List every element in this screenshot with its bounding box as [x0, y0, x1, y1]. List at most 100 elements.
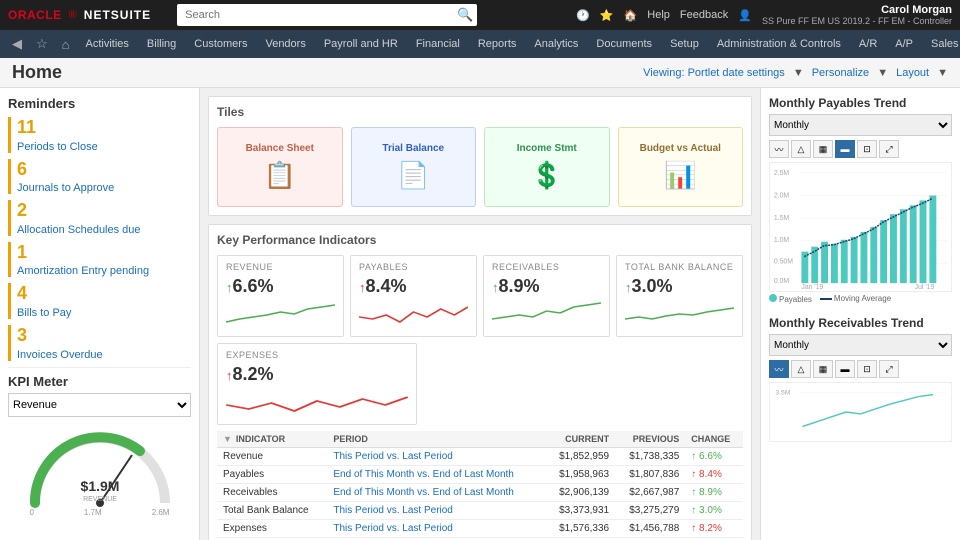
nav-home-icon[interactable]: ⌂	[56, 37, 76, 52]
cell-period[interactable]: End of This Month vs. End of Last Month	[327, 466, 545, 484]
nav-financial[interactable]: Financial	[408, 34, 468, 54]
nav-ar[interactable]: A/R	[851, 34, 885, 54]
cell-change: ↑ 8.9%	[685, 484, 743, 502]
right-panel: Monthly Payables Trend Monthly Weekly Da…	[760, 88, 960, 540]
col-period: PERIOD	[327, 431, 545, 448]
payables-legend-item: Payables	[769, 294, 812, 304]
user-sub: SS Pure FF EM US 2019.2 - FF EM - Contro…	[762, 16, 952, 26]
search-input[interactable]	[177, 4, 477, 26]
cell-period[interactable]: This Period vs. Last Period	[327, 520, 545, 538]
nav-sales-audit[interactable]: Sales Audit	[923, 34, 960, 54]
search-button[interactable]: 🔍	[457, 7, 473, 23]
star-icon[interactable]: ⭐	[600, 9, 614, 22]
nav-analytics[interactable]: Analytics	[526, 34, 586, 54]
kpi-meter-select[interactable]: Revenue Payables Receivables Expenses	[8, 393, 191, 417]
kpi-revenue-label: REVENUE	[226, 262, 335, 272]
tile-budget-vs-actual[interactable]: Budget vs Actual 📊	[618, 127, 744, 207]
chart-bar-btn[interactable]: ▬	[835, 140, 855, 158]
nav-ap[interactable]: A/P	[887, 34, 921, 54]
nav-payroll[interactable]: Payroll and HR	[316, 34, 406, 54]
oracle-logo: ORACLE	[8, 8, 62, 22]
kpi-meter-title: KPI Meter	[8, 374, 191, 389]
kpi-bank-value: ↑3.0%	[625, 276, 734, 297]
nav-customers[interactable]: Customers	[186, 34, 255, 54]
cell-current: $1,852,959	[545, 448, 615, 466]
main-header: Home Viewing: Portlet date settings ▼ Pe…	[0, 58, 960, 88]
nav-documents[interactable]: Documents	[588, 34, 660, 54]
svg-text:2.0M: 2.0M	[774, 192, 790, 199]
layout-chevron-icon: ▼	[937, 67, 948, 79]
nav-admin[interactable]: Administration & Controls	[709, 34, 849, 54]
reminder-link-bills[interactable]: Bills to Pay	[17, 307, 71, 319]
cell-previous: $1,456,788	[615, 520, 685, 538]
nav-billing[interactable]: Billing	[139, 34, 184, 54]
cell-indicator: Receivables	[217, 484, 327, 502]
chart-table-btn[interactable]: ▦	[813, 140, 833, 158]
kpi-card-bank: TOTAL BANK BALANCE ↑3.0%	[616, 255, 743, 337]
layout-btn[interactable]: Layout	[896, 67, 929, 79]
expenses-arrow-icon: ↑	[226, 368, 233, 383]
content-area: Reminders 11 Periods to Close 6 Journals…	[0, 88, 960, 540]
reminder-link-periods[interactable]: Periods to Close	[17, 141, 98, 153]
rcv-chart-bar-btn[interactable]: ▬	[835, 360, 855, 378]
cell-period[interactable]: End of This Month vs. End of Last Month	[327, 484, 545, 502]
reminder-link-invoices[interactable]: Invoices Overdue	[17, 349, 103, 361]
chart-area-btn[interactable]: △	[791, 140, 811, 158]
chart-fullscreen-btn[interactable]: ⤢	[879, 140, 899, 158]
top-bar: ORACLE ® NETSUITE 🔍 🕐 ⭐ 🏠 Help Feedback …	[0, 0, 960, 30]
receivables-trend-select[interactable]: Monthly Weekly Daily	[769, 334, 952, 356]
receivables-chart-svg: 3.5M	[770, 383, 951, 441]
feedback-link[interactable]: Feedback	[680, 9, 728, 21]
reminder-count-journals: 6	[17, 159, 191, 181]
clock-icon[interactable]: 🕐	[576, 9, 590, 22]
cell-period[interactable]: This Period vs. Last Period	[327, 502, 545, 520]
rcv-chart-line-btn[interactable]: 〰	[769, 360, 789, 378]
help-link[interactable]: Help	[647, 9, 670, 21]
gauge-high: 2.6M	[152, 508, 170, 517]
reminder-link-amortization[interactable]: Amortization Entry pending	[17, 265, 149, 277]
kpi-card-revenue: REVENUE ↑6.6%	[217, 255, 344, 337]
rcv-chart-fullscreen-btn[interactable]: ⤢	[879, 360, 899, 378]
nav-star-icon[interactable]: ☆	[30, 36, 54, 52]
kpi-cards-row1: REVENUE ↑6.6% PAYABLES ↑8.4%	[217, 255, 743, 337]
moving-avg-legend-item: Moving Average	[820, 294, 891, 304]
cell-period[interactable]: This Period vs. Last Period	[327, 448, 545, 466]
nav-vendors[interactable]: Vendors	[257, 34, 313, 54]
chart-export-btn[interactable]: ⊡	[857, 140, 877, 158]
top-right-controls: 🕐 ⭐ 🏠 Help Feedback 👤 Carol Morgan SS Pu…	[576, 4, 952, 26]
col-current: CURRENT	[545, 431, 615, 448]
kpi-payables-label: PAYABLES	[359, 262, 468, 272]
reminders-title: Reminders	[8, 96, 191, 111]
sort-icon: ▼	[223, 434, 232, 444]
svg-text:2.5M: 2.5M	[774, 170, 790, 177]
nav-reports[interactable]: Reports	[470, 34, 525, 54]
rcv-chart-export-btn[interactable]: ⊡	[857, 360, 877, 378]
cell-current: $1,576,336	[545, 520, 615, 538]
svg-text:1.5M: 1.5M	[774, 215, 790, 222]
reminder-link-journals[interactable]: Journals to Approve	[17, 182, 114, 194]
nav-setup[interactable]: Setup	[662, 34, 707, 54]
nav-activities[interactable]: Activities	[78, 34, 137, 54]
tile-trial-balance-icon: 📄	[397, 160, 429, 191]
tile-balance-sheet[interactable]: Balance Sheet 📋	[217, 127, 343, 207]
user-info: Carol Morgan SS Pure FF EM US 2019.2 - F…	[762, 4, 952, 26]
tile-trial-balance[interactable]: Trial Balance 📄	[351, 127, 477, 207]
cell-indicator: Payables	[217, 466, 327, 484]
nav-back-icon[interactable]: ◀	[6, 36, 28, 52]
reminder-link-allocation[interactable]: Allocation Schedules due	[17, 224, 141, 236]
cell-previous: $1,807,836	[615, 466, 685, 484]
reminder-count-allocation: 2	[17, 200, 191, 222]
rcv-chart-table-btn[interactable]: ▦	[813, 360, 833, 378]
chart-line-btn[interactable]: 〰	[769, 140, 789, 158]
personalize-btn[interactable]: Personalize	[812, 67, 869, 79]
cell-change: ↑ 3.0%	[685, 502, 743, 520]
viewing-portlet-btn[interactable]: Viewing: Portlet date settings	[643, 67, 785, 79]
payables-trend-select[interactable]: Monthly Weekly Daily	[769, 114, 952, 136]
tile-income-stmt[interactable]: Income Stmt 💲	[484, 127, 610, 207]
svg-text:3.5M: 3.5M	[775, 390, 790, 397]
cell-indicator: Expenses	[217, 520, 327, 538]
home-icon[interactable]: 🏠	[624, 9, 638, 22]
payables-trend-title: Monthly Payables Trend	[769, 96, 952, 110]
rcv-chart-area-btn[interactable]: △	[791, 360, 811, 378]
reminder-invoices: 3 Invoices Overdue	[8, 325, 191, 361]
